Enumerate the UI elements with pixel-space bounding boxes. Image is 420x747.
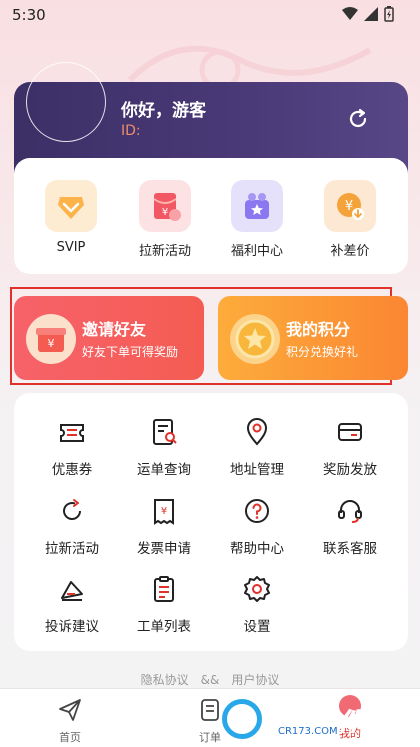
quick-action-price-difference[interactable]: ¥ 补差价: [310, 180, 390, 259]
location-icon: [246, 418, 268, 446]
menu-item-label: 帮助中心: [230, 541, 284, 557]
promo-title: 我的积分: [286, 320, 351, 339]
gift-box-icon: ¥: [26, 314, 76, 364]
menu-item-referral-activity[interactable]: 拉新活动: [27, 496, 117, 557]
menu-item-complaints[interactable]: 投诉建议: [27, 574, 117, 635]
wifi-icon: [342, 7, 358, 20]
menu-item-help-center[interactable]: 帮助中心: [212, 496, 302, 557]
footer-separator: &&: [200, 673, 220, 687]
watermark-domain: CR173.COM: [278, 726, 338, 737]
quick-action-label: 补差价: [330, 244, 370, 259]
coupon-icon: [60, 424, 84, 442]
quick-action-welfare[interactable]: 福利中心: [217, 180, 297, 259]
red-envelope-icon: ¥: [139, 180, 191, 232]
headset-icon: [338, 500, 362, 523]
greeting-text: 你好，游客: [121, 101, 206, 121]
clipboard-list-icon: [154, 576, 174, 602]
quick-action-label: SVIP: [56, 240, 86, 255]
quick-action-svip[interactable]: SVIP: [31, 180, 111, 255]
settings-icon: [244, 576, 270, 602]
signal-icon: [364, 7, 378, 21]
nav-tab-home[interactable]: 首页: [40, 697, 100, 745]
complaint-icon: [61, 581, 83, 601]
invite-friends-banner[interactable]: ¥ 邀请好友 好友下单可得奖励: [14, 296, 204, 380]
waybill-search-icon: [153, 419, 177, 445]
site-watermark: 西西软件园 CR173.COM: [222, 698, 387, 740]
privacy-policy-link[interactable]: 隐私协议: [141, 673, 189, 687]
nav-tab-label: 首页: [59, 731, 81, 744]
menu-item-label: 发票申请: [137, 541, 191, 557]
menu-item-reward-distribution[interactable]: 奖励发放: [305, 417, 395, 478]
refresh-arrow-icon: [63, 499, 81, 520]
status-time: 5:30: [12, 6, 46, 24]
svg-text:¥: ¥: [161, 506, 167, 517]
gift-icon: [231, 180, 283, 232]
menu-item-label: 拉新活动: [45, 541, 99, 557]
menu-item-label: 运单查询: [137, 462, 191, 478]
promo-title: 邀请好友: [82, 320, 147, 339]
star-coin-icon: [230, 314, 280, 364]
menu-item-work-orders[interactable]: 工单列表: [119, 574, 209, 635]
svg-text:¥: ¥: [345, 199, 353, 214]
menu-item-waybill-query[interactable]: 运单查询: [119, 417, 209, 478]
quick-action-label: 拉新活动: [138, 244, 191, 259]
invoice-icon: ¥: [154, 499, 174, 525]
menu-item-invoice-request[interactable]: ¥ 发票申请: [119, 496, 209, 557]
menu-item-label: 优惠券: [51, 462, 93, 478]
quick-action-label: 福利中心: [230, 244, 283, 259]
my-points-banner[interactable]: 我的积分 积分兑换好礼: [218, 296, 408, 380]
menu-item-customer-service[interactable]: 联系客服: [305, 496, 395, 557]
menu-item-coupons[interactable]: 优惠券: [27, 417, 117, 478]
menu-item-label: 地址管理: [230, 462, 284, 478]
user-id-label: ID:: [121, 123, 141, 139]
battery-icon: [384, 6, 394, 22]
menu-item-address-management[interactable]: 地址管理: [212, 417, 302, 478]
promo-subtitle: 好友下单可得奖励: [82, 345, 179, 359]
svg-text:¥: ¥: [48, 337, 55, 350]
card-icon: [338, 423, 362, 441]
help-icon: [245, 499, 269, 523]
avatar[interactable]: [26, 62, 106, 142]
menu-item-label: 奖励发放: [323, 462, 377, 478]
refresh-icon[interactable]: [346, 107, 370, 131]
promo-subtitle: 积分兑换好礼: [286, 345, 359, 359]
coin-icon: ¥: [324, 180, 376, 232]
menu-item-settings[interactable]: 设置: [212, 574, 302, 635]
svg-text:¥: ¥: [162, 207, 168, 218]
status-bar: 5:30: [0, 0, 420, 30]
watermark-logo-icon: [222, 699, 262, 739]
menu-item-label: 工单列表: [137, 619, 191, 635]
menu-item-label: 设置: [243, 619, 271, 635]
status-icons: [342, 6, 394, 22]
user-agreement-link[interactable]: 用户协议: [231, 673, 279, 687]
menu-item-label: 联系客服: [323, 541, 377, 557]
order-list-icon: [201, 699, 219, 721]
footer-links: 隐私协议 && 用户协议: [0, 671, 420, 688]
paper-plane-icon: [59, 699, 81, 721]
quick-action-referral[interactable]: ¥ 拉新活动: [125, 180, 205, 259]
menu-item-label: 投诉建议: [45, 619, 99, 635]
svip-diamond-icon: [45, 180, 97, 232]
